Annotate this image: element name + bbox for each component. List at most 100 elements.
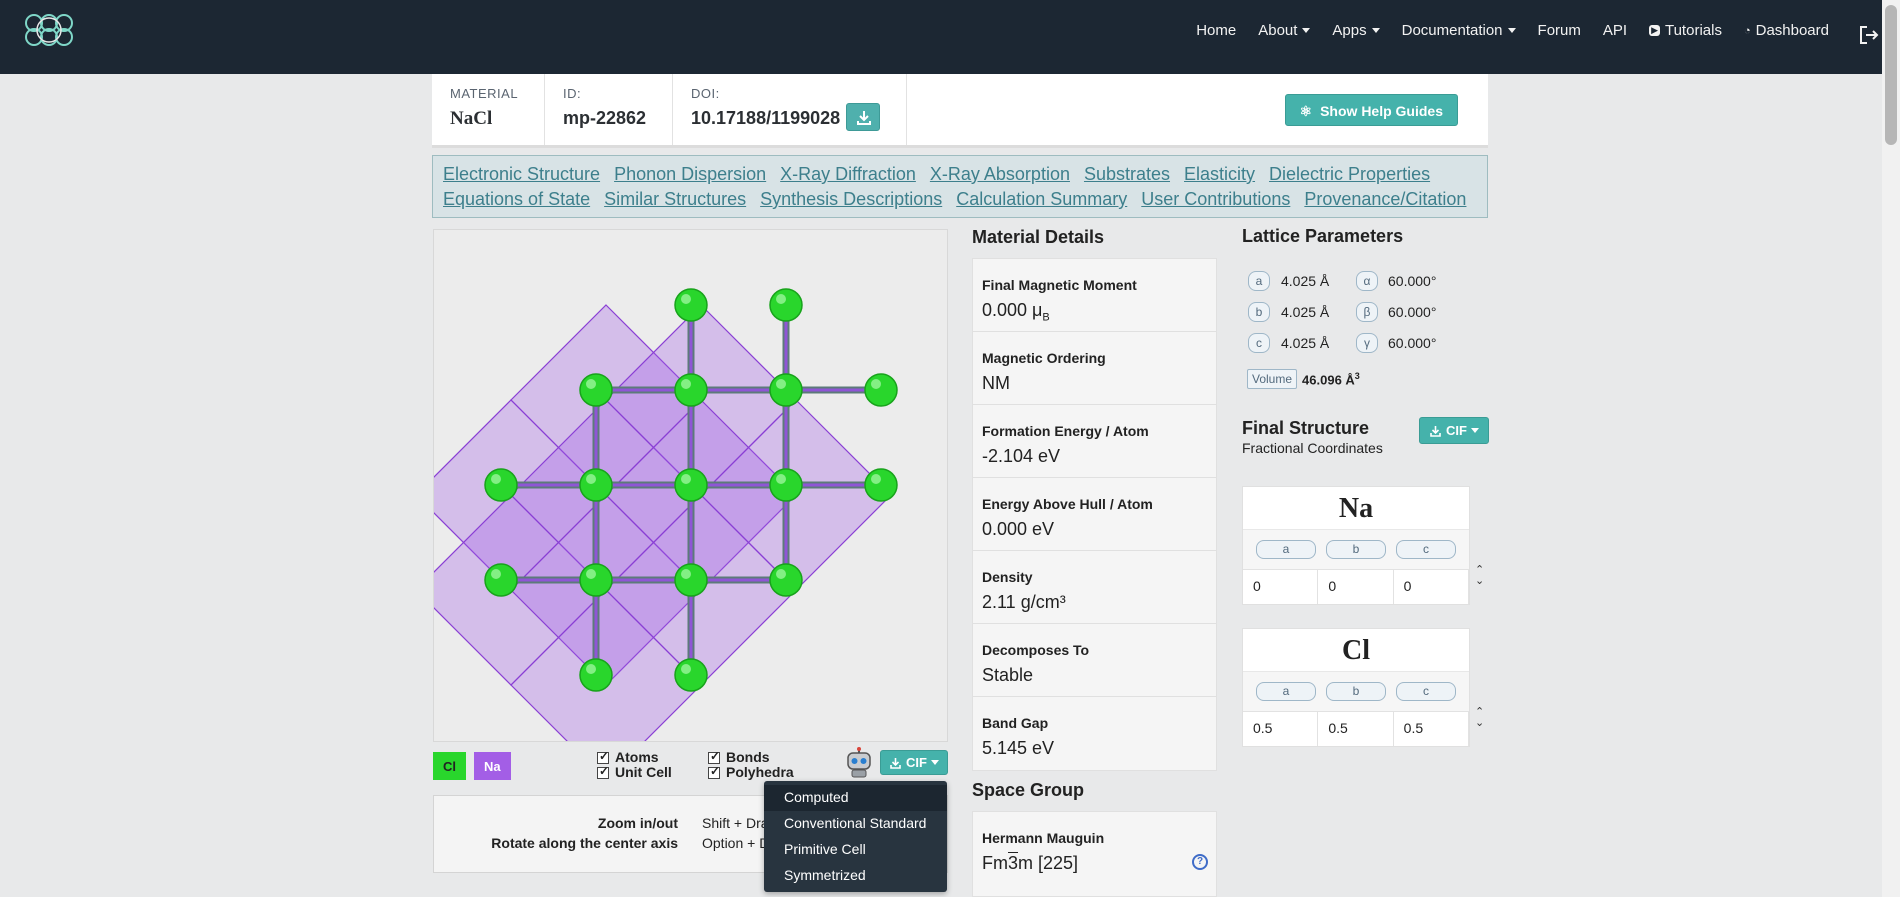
tab-similar-structures[interactable]: Similar Structures [604, 187, 746, 212]
chevron-down-icon[interactable]: ⌄ [1475, 718, 1489, 729]
cl-atom [484, 468, 518, 502]
dropdown-item-computed[interactable]: Computed [764, 785, 947, 811]
logout-icon[interactable] [1858, 24, 1880, 46]
tab-calculation-summary[interactable]: Calculation Summary [956, 187, 1127, 212]
coordinate-value-a[interactable]: 0.5 [1243, 712, 1319, 746]
unit-cell-checkbox[interactable] [597, 764, 609, 779]
coordinate-card-cl: Cl a b c 0.5 0.5 0.5 ⌃ ⌄ [1242, 628, 1484, 747]
cl-atom [769, 288, 803, 322]
detail-label: Band Gap [982, 715, 1049, 731]
nav-link-label: Apps [1332, 22, 1367, 39]
lattice-angle-key: γ [1356, 333, 1378, 353]
coordinate-value-b[interactable]: 0.5 [1318, 712, 1394, 746]
coordinate-value-c[interactable]: 0 [1394, 570, 1469, 604]
property-tabs: Electronic Structure Phonon Dispersion X-R… [432, 155, 1488, 218]
bonds-checkbox-row[interactable]: Bonds [708, 749, 794, 765]
tab-elasticity[interactable]: Elasticity [1184, 162, 1255, 187]
hermann-mauguin-label: Hermann Mauguin [982, 830, 1105, 846]
dropdown-item-symmetrized[interactable]: Symmetrized [764, 863, 947, 889]
crystal-structure-canvas[interactable] [415, 230, 947, 781]
tab-dielectric-properties[interactable]: Dielectric Properties [1269, 162, 1430, 187]
coordinate-value-a[interactable]: 0 [1243, 570, 1319, 604]
chevron-down-icon [1371, 28, 1380, 33]
unit-cell-checkbox-row[interactable]: Unit Cell [597, 764, 672, 780]
coordinate-stepper[interactable]: ⌃ ⌄ [1475, 707, 1489, 729]
detail-value-text: 5.145 eV [982, 738, 1055, 758]
dropdown-item-conventional-standard[interactable]: Conventional Standard [764, 811, 947, 837]
polyhedra-checkbox-row[interactable]: Polyhedra [708, 764, 794, 780]
legend-cl[interactable]: Cl [433, 752, 466, 780]
nav-link-tutorials[interactable]: ▶ Tutorials [1638, 20, 1733, 41]
viewer-cif-download-button[interactable]: CIF [880, 750, 948, 775]
final-structure-title: Final Structure [1242, 418, 1370, 438]
tab-phonon-dispersion[interactable]: Phonon Dispersion [614, 162, 766, 187]
coordinate-stepper[interactable]: ⌃ ⌄ [1475, 565, 1489, 587]
atom-highlight [491, 569, 501, 579]
tab-x-ray-diffraction[interactable]: X-Ray Diffraction [780, 162, 916, 187]
atom-highlight [681, 294, 691, 304]
robot-icon[interactable] [844, 746, 874, 778]
atoms-label: Atoms [615, 749, 659, 765]
tab-substrates[interactable]: Substrates [1084, 162, 1170, 187]
nav-link-documentation[interactable]: Documentation [1391, 20, 1527, 41]
cl-atom [579, 373, 613, 407]
nav-link-forum[interactable]: Forum [1527, 20, 1592, 41]
tab-equations-of-state[interactable]: Equations of State [443, 187, 590, 212]
detail-value: 2.11 g/cm³ [982, 592, 1207, 613]
dropdown-item-primitive-cell[interactable]: Primitive Cell [764, 837, 947, 863]
legend-na[interactable]: Na [474, 752, 511, 780]
axis-label-c: c [1396, 540, 1456, 559]
chevron-down-icon[interactable]: ⌄ [1475, 576, 1489, 587]
lattice-length-b: 4.025 Å [1281, 304, 1330, 320]
atom-highlight [871, 474, 881, 484]
nav-link-label: Documentation [1401, 22, 1503, 39]
polyhedra-label: Polyhedra [726, 764, 794, 780]
top-navbar: Home About Apps Documentation Forum API ▶ Tutor… [0, 0, 1900, 74]
lattice-angle-key: α [1356, 271, 1378, 291]
viewer-cif-label: CIF [906, 755, 927, 770]
cl-atom [674, 373, 708, 407]
site-element-title: Cl [1243, 629, 1469, 672]
bonds-label: Bonds [726, 749, 770, 765]
scrollbar-thumb[interactable] [1885, 5, 1897, 145]
coordinate-values: 000 [1243, 569, 1469, 604]
doi-label: DOI: [691, 86, 720, 101]
coordinate-value-c[interactable]: 0.5 [1394, 712, 1469, 746]
nav-link-dashboard[interactable]: ◔ Dashboard [1733, 20, 1840, 41]
tabs-row-2: Equations of State Similar Structures Synt… [443, 187, 1477, 212]
id-cell: ID: mp-22862 [545, 74, 673, 145]
nav-link-apps[interactable]: Apps [1321, 20, 1390, 41]
nav-link-home[interactable]: Home [1185, 20, 1247, 41]
cl-atom [769, 373, 803, 407]
help-question-icon[interactable]: ? [1192, 854, 1208, 870]
detail-label: Magnetic Ordering [982, 350, 1106, 366]
page-scrollbar[interactable] [1882, 0, 1900, 897]
detail-value-subscript: B [1042, 311, 1050, 324]
nav-link-about[interactable]: About [1247, 20, 1321, 41]
final-structure-cif-button[interactable]: CIF [1419, 417, 1489, 444]
tab-provenance-citation[interactable]: Provenance/Citation [1304, 187, 1466, 212]
tabs-row-1: Electronic Structure Phonon Dispersion X-R… [443, 162, 1477, 187]
tab-electronic-structure[interactable]: Electronic Structure [443, 162, 600, 187]
atom-highlight [681, 664, 691, 674]
tab-synthesis-descriptions[interactable]: Synthesis Descriptions [760, 187, 942, 212]
doi-download-button[interactable] [846, 103, 880, 131]
atoms-checkbox[interactable] [597, 749, 609, 764]
material-formula: NaCl [450, 108, 493, 129]
nav-link-api[interactable]: API [1592, 20, 1638, 41]
materials-project-logo-icon[interactable] [20, 9, 78, 51]
polyhedra-checkbox[interactable] [708, 764, 720, 779]
coordinate-value-b[interactable]: 0 [1318, 570, 1394, 604]
atom-icon: ⚛ [1299, 103, 1313, 119]
tab-user-contributions[interactable]: User Contributions [1141, 187, 1290, 212]
show-help-guides-button[interactable]: ⚛ Show Help Guides [1284, 94, 1458, 126]
bonds-checkbox[interactable] [708, 749, 720, 764]
detail-label: Formation Energy / Atom [982, 423, 1149, 439]
material-header-card: MATERIAL NaCl ID: mp-22862 DOI: 10.17188… [432, 74, 1488, 148]
detail-formation-energy-atom: Formation Energy / Atom -2.104 eV [973, 405, 1216, 478]
structure-viewer[interactable] [415, 229, 948, 781]
tab-x-ray-absorption[interactable]: X-Ray Absorption [930, 162, 1070, 187]
download-icon [1430, 425, 1441, 437]
chevron-down-icon [1302, 28, 1311, 33]
lattice-angle-value: 60.000° [1388, 335, 1437, 351]
